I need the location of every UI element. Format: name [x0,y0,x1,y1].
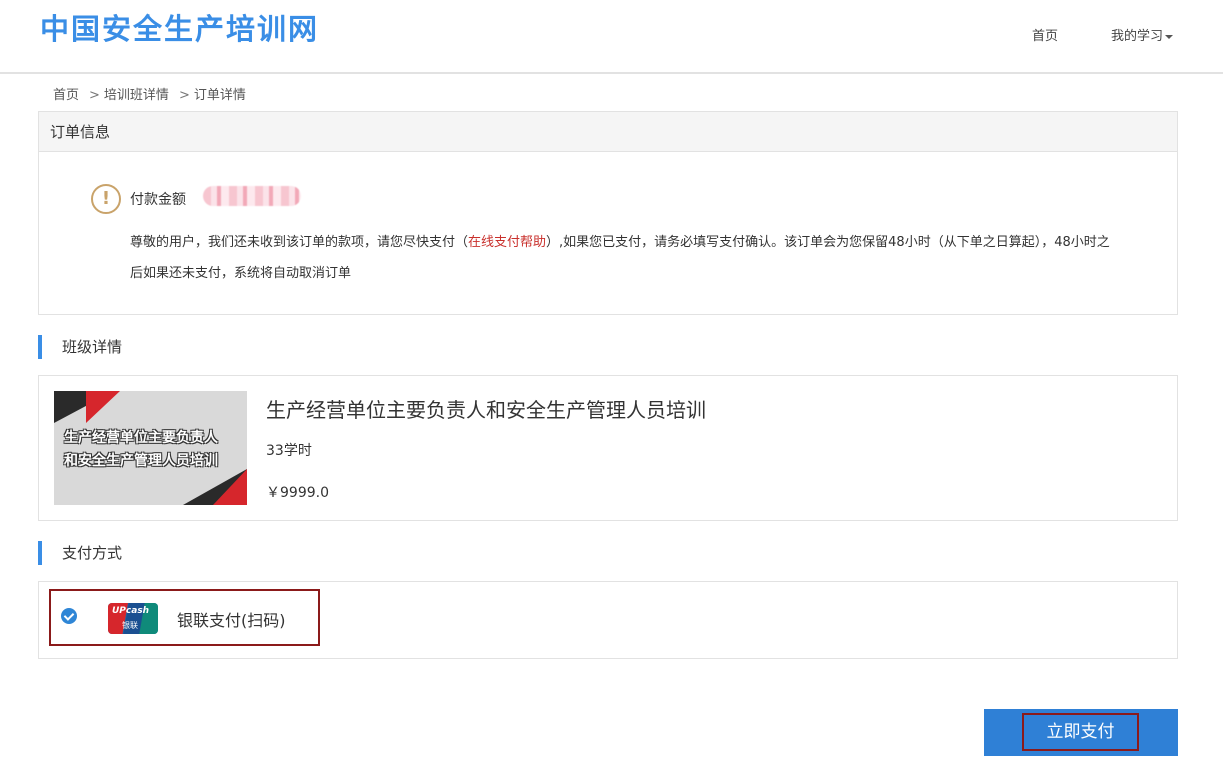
online-pay-help-link[interactable]: 在线支付帮助 [468,235,546,250]
site-logo[interactable]: 中国安全生产培训网 [40,6,319,48]
order-info-title: 订单信息 [39,112,1177,152]
warning-icon: ! [91,184,121,214]
pay-now-label: 立即支付 [1022,713,1139,751]
breadcrumb-order-detail: 订单详情 [193,88,246,103]
payment-notice: 尊敬的用户，我们还未收到该订单的款项，请您尽快支付（在线支付帮助）,如果您已支付… [130,227,1120,289]
thumb-corner-red [213,469,247,505]
thumbnail-text-line1: 生产经营单位主要负责人 [64,430,218,446]
caret-down-icon [1165,34,1174,39]
class-price: ￥9999.0 [266,485,329,501]
unionpay-logo-sub: 银联 [122,621,138,630]
nav-my-study-label: 我的学习 [1111,29,1164,44]
breadcrumb-home[interactable]: 首页 [53,88,79,103]
unionpay-logo-icon: UPcash 银联 [108,603,158,634]
breadcrumb-separator: > [89,88,100,103]
breadcrumb-class-detail[interactable]: 培训班详情 [104,88,169,103]
site-header: 中国安全生产培训网 首页 我的学习 [0,0,1223,74]
thumb-corner-red [86,391,120,423]
class-detail-card: 生产经营单位主要负责人 和安全生产管理人员培训 生产经营单位主要负责人和安全生产管… [38,375,1178,521]
thumbnail-text: 生产经营单位主要负责人 和安全生产管理人员培训 [64,427,244,473]
payment-section-title: 支付方式 [38,541,122,565]
class-section-title: 班级详情 [38,335,122,359]
order-info-panel: 订单信息 ! 付款金额 尊敬的用户，我们还未收到该订单的款项，请您尽快支付（在线… [38,111,1178,315]
pay-now-button[interactable]: 立即支付 [984,709,1178,756]
breadcrumb: 首页 > 培训班详情 > 订单详情 [53,84,246,103]
class-hours: 33学时 [266,443,312,459]
payment-method-panel: UPcash 银联 银联支付(扫码) [38,581,1178,659]
amount-value-redacted [203,186,301,206]
thumbnail-text-line2: 和安全生产管理人员培训 [64,453,218,469]
nav-home-link[interactable]: 首页 [1032,25,1058,44]
check-circle-icon[interactable] [61,608,77,624]
unionpay-logo-text: UPcash [112,606,150,616]
unionpay-option[interactable]: UPcash 银联 银联支付(扫码) [49,589,320,646]
unionpay-label: 银联支付(扫码) [177,611,286,630]
breadcrumb-separator: > [178,88,190,103]
class-name[interactable]: 生产经营单位主要负责人和安全生产管理人员培训 [266,394,706,423]
class-thumbnail[interactable]: 生产经营单位主要负责人 和安全生产管理人员培训 [54,391,247,505]
amount-label: 付款金额 [130,192,186,208]
notice-text-before: 尊敬的用户，我们还未收到该订单的款项，请您尽快支付（ [130,235,469,250]
nav-my-study-dropdown[interactable]: 我的学习 [1111,25,1174,44]
